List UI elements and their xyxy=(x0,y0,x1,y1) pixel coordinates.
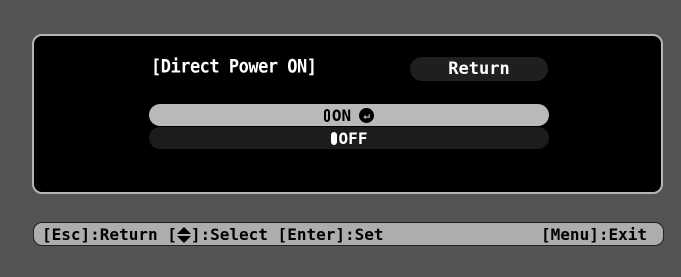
menu-title: [Direct Power ON] xyxy=(151,56,317,78)
option-off-label: OFF xyxy=(338,128,368,148)
help-select-text: ]:Select [Enter]:Set xyxy=(190,224,384,244)
enter-icon: ↵ xyxy=(359,107,375,123)
up-down-arrow-icon xyxy=(176,227,191,243)
help-left: [Esc]:Return [ ]:Select [Enter]:Set xyxy=(42,225,384,244)
help-esc-text: [Esc]:Return [ xyxy=(42,224,177,244)
option-on-label: ON xyxy=(331,105,352,125)
help-menu-exit: [Menu]:Exit xyxy=(541,224,647,244)
return-button[interactable]: Return xyxy=(410,57,548,81)
direct-power-menu-panel: [Direct Power ON] Return ON ↵ OFF xyxy=(32,34,663,194)
radio-selected-icon xyxy=(330,131,337,145)
help-bar: [Esc]:Return [ ]:Select [Enter]:Set [Men… xyxy=(33,222,664,246)
projector-screen: [Direct Power ON] Return ON ↵ OFF [Esc]:… xyxy=(0,0,681,277)
radio-unselected-icon xyxy=(323,108,330,122)
option-on[interactable]: ON ↵ xyxy=(149,104,549,126)
option-off[interactable]: OFF xyxy=(149,127,549,149)
